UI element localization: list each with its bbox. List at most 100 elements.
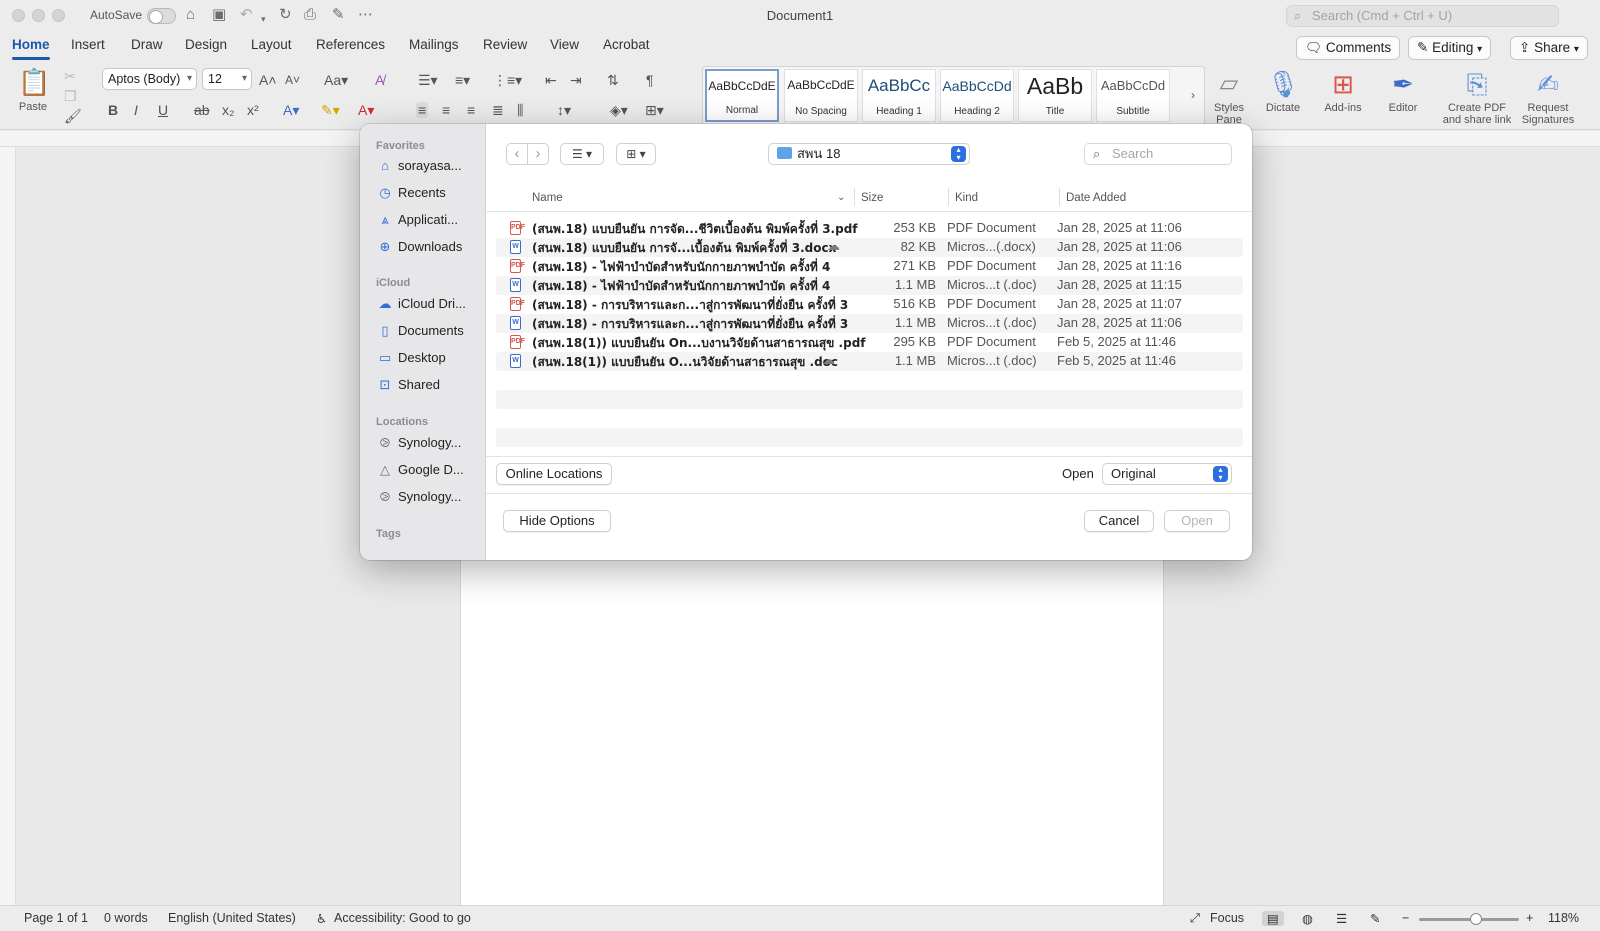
column-header-kind[interactable]: Kind [955,192,978,204]
sort-icon[interactable]: ⇅ [607,72,619,88]
undo-icon[interactable]: ↶ [240,6,253,24]
minimize-window-button[interactable] [32,9,45,22]
edit-doc-icon[interactable]: ✎ [332,6,345,24]
sidebar-item-google-drive[interactable]: △ Google D... [376,460,482,480]
paste-icon[interactable]: 📋 [18,68,50,96]
style-normal[interactable]: AaBbCcDdE Normal [705,69,779,122]
global-search-input[interactable]: ⌕ Search (Cmd + Ctrl + U) [1286,5,1559,27]
increase-font-icon[interactable]: A˄ [259,72,277,88]
zoom-level[interactable]: 118% [1548,911,1579,925]
print-icon[interactable]: ⎙ [304,6,316,24]
tab-view[interactable]: View [550,37,579,52]
bullets-icon[interactable]: ☰▾ [418,72,438,88]
column-header-date-added[interactable]: Date Added [1066,192,1126,204]
sort-chevron-icon[interactable]: ⌄ [837,192,845,203]
font-name-select[interactable]: Aptos (Body) ▾ [102,68,197,90]
show-formatting-icon[interactable]: ¶ [646,72,654,88]
focus-button[interactable]: Focus [1210,911,1244,925]
highlight-icon[interactable]: ✎▾ [321,102,340,118]
create-pdf-button[interactable]: ⎘ Create PDF and share link [1442,66,1512,126]
language[interactable]: English (United States) [168,911,296,925]
word-count[interactable]: 0 words [104,911,148,925]
close-window-button[interactable] [12,9,25,22]
superscript-icon[interactable]: x² [247,102,259,118]
comments-button[interactable]: 🗨 Comments [1296,36,1401,60]
increase-indent-icon[interactable]: ⇥ [570,72,582,88]
accessibility-status[interactable]: Accessibility: Good to go [334,911,471,925]
styles-pane-button[interactable]: ▱ Styles Pane [1208,66,1250,126]
tab-layout[interactable]: Layout [251,37,292,52]
dictate-button[interactable]: 🎙 Dictate [1262,66,1304,114]
zoom-in-icon[interactable]: + [1526,911,1533,925]
change-case-icon[interactable]: Aa▾ [324,72,348,88]
cancel-button[interactable]: Cancel [1084,510,1154,532]
subscript-icon[interactable]: x₂ [222,102,234,118]
underline-icon[interactable]: U [158,102,168,118]
autosave-toggle[interactable] [147,8,176,24]
tab-review[interactable]: Review [483,37,527,52]
font-color-icon[interactable]: A▾ [358,102,374,118]
zoom-slider-thumb[interactable] [1470,913,1483,925]
text-effects-icon[interactable]: A▾ [283,102,299,118]
file-row[interactable]: W (สนพ.18) แบบยืนยัน การจั...เบื้องต้น พ… [496,238,1243,257]
format-painter-icon[interactable]: 🖌 [64,108,82,124]
more-icon[interactable]: ⋯ [358,6,373,24]
clear-formatting-icon[interactable]: A̸ [375,72,384,88]
strikethrough-icon[interactable]: ab [194,102,210,118]
bold-icon[interactable]: B [108,102,118,118]
group-view-button[interactable]: ⊞ ▾ [616,143,656,165]
outline-view-icon[interactable]: ☰ [1336,911,1347,926]
decrease-indent-icon[interactable]: ⇤ [545,72,557,88]
file-row[interactable]: PDF (สนพ.18) - การบริหารและก...าสู่การพั… [496,295,1243,314]
style-no-spacing[interactable]: AaBbCcDdE No Spacing [784,69,858,122]
align-center-icon[interactable]: ≡ [442,102,450,118]
file-row[interactable]: PDF (สนพ.18(1)) แบบยืนยัน On...บงานวิจัย… [496,333,1243,352]
zoom-window-button[interactable] [52,9,65,22]
decrease-font-icon[interactable]: A˅ [285,72,300,88]
align-left-icon[interactable]: ≡ [416,102,429,118]
cut-icon[interactable]: ✂ [64,68,76,84]
copy-icon[interactable]: ❐ [64,88,77,104]
undo-dropdown-icon[interactable]: ▾ [261,10,266,28]
home-icon[interactable]: ⌂ [186,6,195,24]
save-icon[interactable]: ▣ [212,6,226,24]
list-view-button[interactable]: ☰ ▾ [560,143,604,165]
sidebar-item-icloud-drive[interactable]: ☁ iCloud Dri... [376,294,482,314]
align-right-icon[interactable]: ≡ [467,102,475,118]
print-layout-icon[interactable]: ▤ [1262,911,1284,926]
style-heading-1[interactable]: AaBbCc Heading 1 [862,69,936,122]
file-row[interactable]: PDF (สนพ.18) - ไฟฟ้าบำบัดสำหรับนักกายภาพ… [496,257,1243,276]
font-size-select[interactable]: 12 ▾ [202,68,252,90]
tab-insert[interactable]: Insert [71,37,105,52]
zoom-out-icon[interactable]: − [1402,911,1409,925]
page-count[interactable]: Page 1 of 1 [24,911,88,925]
line-spacing-icon[interactable]: ↕▾ [557,102,571,118]
open-mode-select[interactable]: Original ▴ ▾ [1102,463,1232,485]
editing-mode-button[interactable]: ✎ Editing ▾ [1408,36,1492,60]
folder-path-select[interactable]: สพน 18 ▴ ▾ [768,143,970,165]
redo-icon[interactable]: ↻ [279,6,292,24]
sidebar-item-downloads[interactable]: ⊕ Downloads [376,237,482,257]
web-layout-icon[interactable]: ◍ [1302,911,1313,926]
tab-design[interactable]: Design [185,37,227,52]
sidebar-item-documents[interactable]: ▯ Documents [376,321,482,341]
file-row[interactable]: PDF (สนพ.18) แบบยืนยัน การจัด...ชีวิตเบื… [496,219,1243,238]
sidebar-item-synology-2[interactable]: ⧁ Synology... [376,487,482,507]
back-button[interactable]: ‹ [506,143,528,165]
style-heading-2[interactable]: AaBbCcDd Heading 2 [940,69,1014,122]
share-button[interactable]: ⇪ Share ▾ [1510,36,1588,60]
forward-button[interactable]: › [527,143,549,165]
italic-icon[interactable]: I [134,102,138,118]
style-subtitle[interactable]: AaBbCcDd Subtitle [1096,69,1170,122]
sidebar-item-shared[interactable]: ⊡ Shared [376,375,482,395]
shading-icon[interactable]: ◈▾ [610,102,628,118]
online-locations-button[interactable]: Online Locations [496,463,612,485]
tab-home[interactable]: Home [12,37,50,60]
multilevel-list-icon[interactable]: ⋮≡▾ [493,72,522,88]
borders-icon[interactable]: ⊞▾ [645,102,664,118]
hide-options-button[interactable]: Hide Options [503,510,611,532]
numbering-icon[interactable]: ≡▾ [455,72,470,88]
sidebar-item-synology-1[interactable]: ⧁ Synology... [376,433,482,453]
dialog-search-input[interactable]: ⌕ Search [1084,143,1232,165]
file-row[interactable]: W (สนพ.18(1)) แบบยืนยัน O...นวิจัยด้านสา… [496,352,1243,371]
